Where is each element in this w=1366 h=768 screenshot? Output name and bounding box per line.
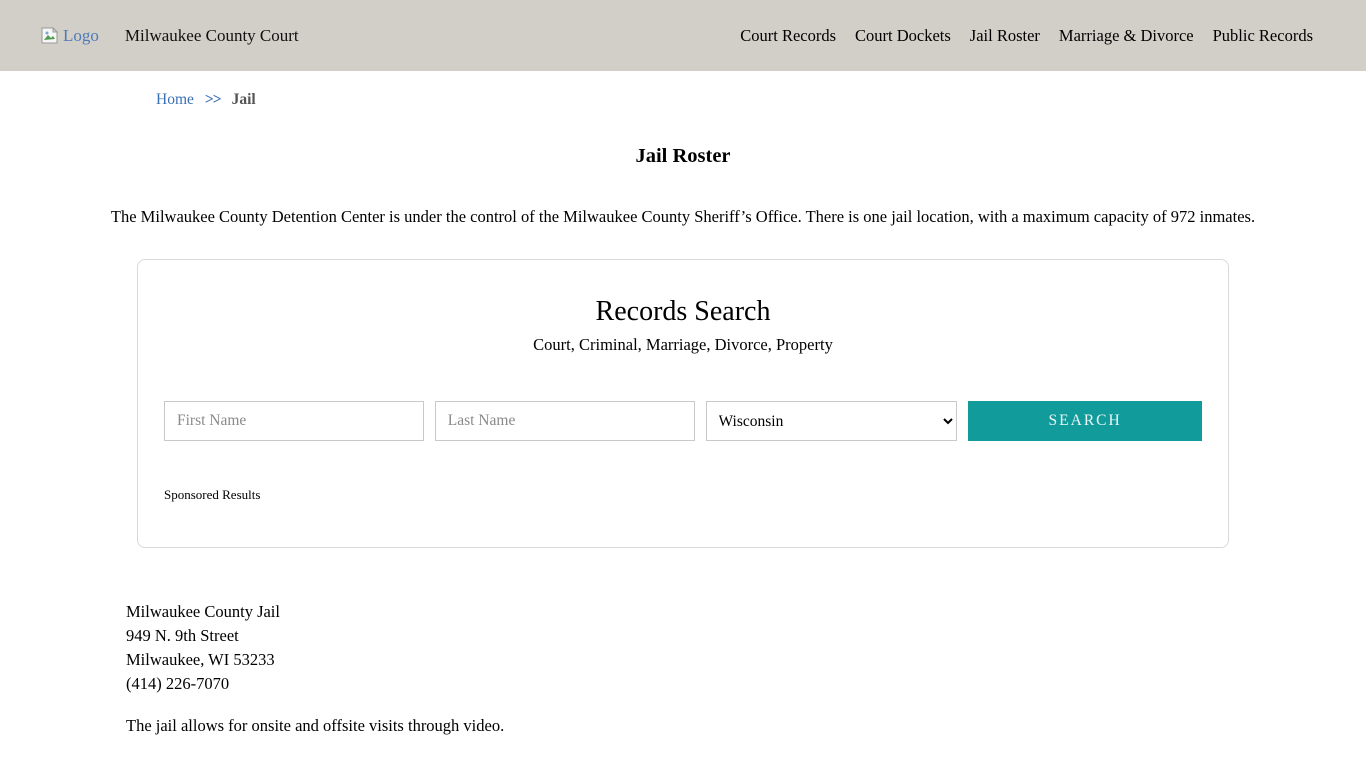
nav-marriage-divorce[interactable]: Marriage & Divorce [1059, 26, 1194, 46]
state-select[interactable]: Wisconsin [706, 401, 958, 441]
records-search-title: Records Search [164, 296, 1202, 328]
last-name-input[interactable] [435, 401, 695, 441]
records-search-subtitle: Court, Criminal, Marriage, Divorce, Prop… [164, 335, 1202, 355]
logo-broken-image[interactable]: Logo [40, 26, 99, 46]
jail-name: Milwaukee County Jail [126, 600, 1366, 624]
breadcrumb-separator: >> [205, 91, 221, 109]
nav-jail-roster[interactable]: Jail Roster [970, 26, 1040, 46]
breadcrumb-current: Jail [232, 91, 256, 109]
nav-court-records[interactable]: Court Records [740, 26, 836, 46]
breadcrumb-home-link[interactable]: Home [156, 91, 194, 109]
logo-alt-text: Logo [63, 26, 99, 46]
search-form: Wisconsin SEARCH [164, 401, 1202, 441]
search-button[interactable]: SEARCH [968, 401, 1202, 441]
visits-note: The jail allows for onsite and offsite v… [126, 716, 1366, 736]
jail-city-state-zip: Milwaukee, WI 53233 [126, 648, 1366, 672]
breadcrumb: Home >> Jail [156, 91, 1366, 109]
records-search-card: Records Search Court, Criminal, Marriage… [137, 259, 1229, 548]
nav-court-dockets[interactable]: Court Dockets [855, 26, 951, 46]
jail-phone: (414) 226-7070 [126, 672, 1366, 696]
nav-public-records[interactable]: Public Records [1213, 26, 1313, 46]
intro-paragraph: The Milwaukee County Detention Center is… [0, 207, 1366, 227]
page-title: Jail Roster [0, 145, 1366, 168]
site-title: Milwaukee County Court [125, 26, 299, 46]
first-name-input[interactable] [164, 401, 424, 441]
jail-street: 949 N. 9th Street [126, 624, 1366, 648]
main-nav: Court Records Court Dockets Jail Roster … [740, 26, 1313, 46]
jail-address-block: Milwaukee County Jail 949 N. 9th Street … [126, 600, 1366, 696]
header: Logo Milwaukee County Court Court Record… [0, 0, 1366, 71]
broken-image-icon [40, 27, 60, 44]
brand: Logo Milwaukee County Court [40, 26, 299, 46]
sponsored-results-label: Sponsored Results [164, 487, 1202, 503]
